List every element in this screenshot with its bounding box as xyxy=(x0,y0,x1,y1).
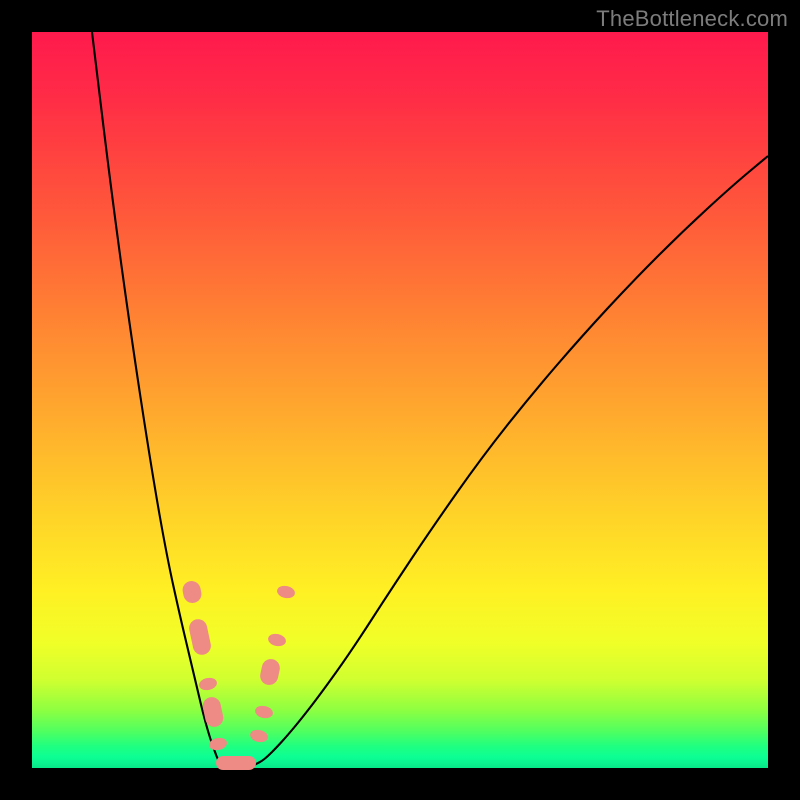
right-curve xyxy=(252,156,768,766)
left-curve xyxy=(92,32,222,766)
data-markers xyxy=(181,579,296,770)
curves-svg xyxy=(32,32,768,768)
plot-area xyxy=(32,32,768,768)
chart-frame: TheBottleneck.com xyxy=(0,0,800,800)
watermark-text: TheBottleneck.com xyxy=(596,6,788,32)
